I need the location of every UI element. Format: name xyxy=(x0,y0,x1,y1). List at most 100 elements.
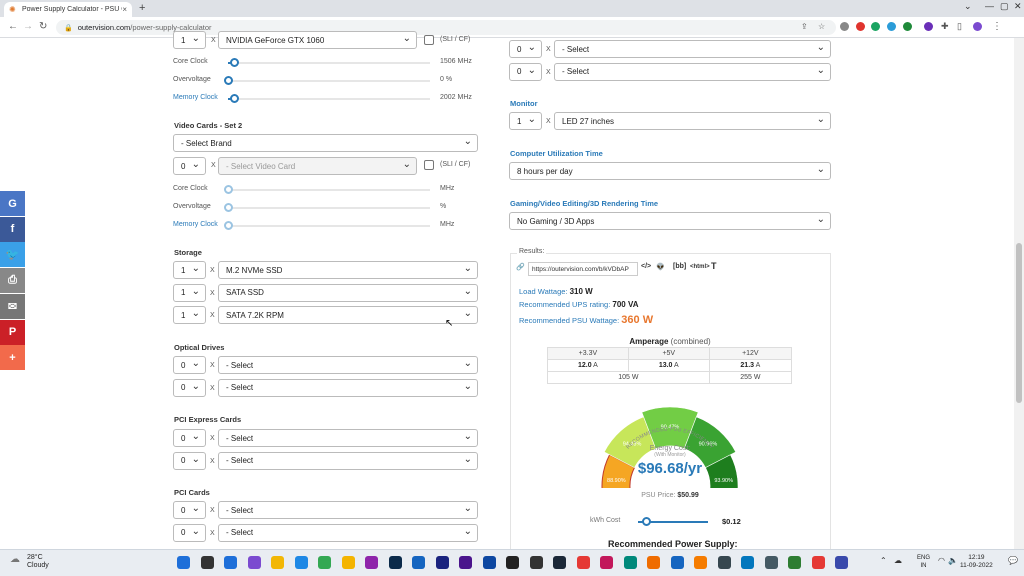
weather-widget[interactable]: ☁ 28°C Cloudy xyxy=(10,554,49,570)
extension-icon[interactable] xyxy=(871,22,880,31)
taskbar-app-icon[interactable] xyxy=(459,556,472,569)
taskbar-app-icon[interactable] xyxy=(506,556,519,569)
facebook-share-icon[interactable]: f xyxy=(0,216,25,242)
system-clock[interactable]: 12:19 11-09-2022 xyxy=(960,554,993,570)
storage-qty-select[interactable]: 1 xyxy=(173,306,206,324)
storage-qty-select[interactable]: 1 xyxy=(173,283,206,302)
taskbar-app-icon[interactable] xyxy=(647,556,660,569)
taskbar-app-icon[interactable] xyxy=(788,556,801,569)
taskbar-app-icon[interactable] xyxy=(811,556,825,569)
maximize-icon[interactable]: ▢ xyxy=(1000,1,1009,12)
pcie-item-select[interactable]: - Select xyxy=(218,451,478,470)
right-top-item-select[interactable]: - Select xyxy=(554,62,831,81)
browser-tab[interactable]: ✺ Power Supply Calculator - PSU C × xyxy=(4,2,132,17)
puzzle-icon[interactable]: ✚ xyxy=(941,21,949,32)
taskbar-app-icon[interactable] xyxy=(482,556,496,569)
taskbar-app-icon[interactable] xyxy=(435,556,449,569)
slider-thumb[interactable] xyxy=(224,203,233,212)
utilization-select[interactable]: 8 hours per day xyxy=(509,162,831,180)
close-tab-icon[interactable]: × xyxy=(122,5,127,14)
monitor-select[interactable]: LED 27 inches xyxy=(554,112,831,130)
optical-item-select[interactable]: - Select xyxy=(218,378,478,397)
pci-qty-select[interactable]: 0 xyxy=(173,501,206,519)
page-scrollbar-thumb[interactable] xyxy=(1016,243,1022,403)
volume-icon[interactable]: 🔈 xyxy=(948,556,958,565)
slider-track[interactable] xyxy=(228,62,430,64)
pcie-item-select[interactable]: - Select xyxy=(218,429,478,447)
optical-qty-select[interactable]: 0 xyxy=(173,378,206,397)
slider-thumb[interactable] xyxy=(230,58,240,67)
taskbar-app-icon[interactable] xyxy=(247,556,261,569)
pci-qty-select[interactable]: 0 xyxy=(173,523,206,542)
pcie-qty-select[interactable]: 0 xyxy=(173,451,206,470)
taskbar-app-icon[interactable] xyxy=(271,556,284,569)
storage-qty-select[interactable]: 1 xyxy=(173,261,206,279)
optical-item-select[interactable]: - Select xyxy=(218,356,478,374)
embed-code-icon[interactable]: </> xyxy=(641,263,651,270)
storage-item-select[interactable]: M.2 NVMe SSD xyxy=(218,261,478,279)
taskbar-app-icon[interactable] xyxy=(694,556,707,569)
extension-icon[interactable] xyxy=(887,22,896,31)
vc2-card-select[interactable]: - Select Video Card xyxy=(218,157,417,175)
new-tab-button[interactable]: + xyxy=(139,2,145,14)
tray-chevron-icon[interactable]: ⌃ xyxy=(880,556,887,565)
pci-item-select[interactable]: - Select xyxy=(218,501,478,519)
taskbar-app-icon[interactable] xyxy=(576,556,590,569)
taskbar-app-icon[interactable] xyxy=(670,556,684,569)
extension-icon[interactable] xyxy=(903,22,912,31)
gaming-time-select[interactable]: No Gaming / 3D Apps xyxy=(509,212,831,230)
taskbar-app-icon[interactable] xyxy=(365,556,378,569)
taskbar-app-icon[interactable] xyxy=(294,556,308,569)
pinterest-share-icon[interactable]: P xyxy=(0,319,25,345)
right-top-item-select[interactable]: - Select xyxy=(554,40,831,58)
print-share-icon[interactable]: ⎙ xyxy=(0,268,25,294)
taskbar-app-icon[interactable] xyxy=(764,556,778,569)
sidepanel-icon[interactable]: ▯ xyxy=(957,21,962,32)
chevron-down-icon[interactable]: ⌄ xyxy=(964,1,972,12)
slider-thumb[interactable] xyxy=(224,221,233,230)
results-url-field[interactable]: https://outervision.com/b/kVDbAP xyxy=(528,262,638,276)
pcie-qty-select[interactable]: 0 xyxy=(173,429,206,447)
taskbar-app-icon[interactable] xyxy=(200,556,214,569)
extension-icon[interactable] xyxy=(840,22,849,31)
bookmark-star-icon[interactable]: ☆ xyxy=(818,22,825,31)
slider-track[interactable] xyxy=(228,98,430,100)
taskbar-app-icon[interactable] xyxy=(341,556,355,569)
taskbar-app-icon[interactable] xyxy=(412,556,425,569)
twitter-share-icon[interactable]: 🐦 xyxy=(0,242,25,268)
storage-item-select[interactable]: SATA SSD xyxy=(218,283,478,302)
right-top-qty-select[interactable]: 0 xyxy=(509,62,542,81)
taskbar-app-icon[interactable] xyxy=(318,556,331,569)
pci-item-select[interactable]: - Select xyxy=(218,523,478,542)
taskbar-app-icon[interactable] xyxy=(224,556,237,569)
slider-thumb[interactable] xyxy=(224,76,233,85)
google-share-icon[interactable]: G xyxy=(0,191,25,216)
more-share-icon[interactable]: + xyxy=(0,345,25,371)
slider-thumb[interactable] xyxy=(230,94,240,103)
gpu1-qty-select[interactable]: 1 xyxy=(173,31,206,49)
storage-item-select[interactable]: SATA 7.2K RPM xyxy=(218,306,478,324)
close-window-icon[interactable]: ✕ xyxy=(1014,1,1022,12)
reddit-icon[interactable]: 👽 xyxy=(656,263,665,271)
bbcode-icon[interactable]: [bb] xyxy=(673,263,686,270)
vc2-sli-checkbox[interactable] xyxy=(424,160,434,170)
cloud-sync-icon[interactable]: ☁ xyxy=(894,556,902,565)
extension-icon[interactable] xyxy=(856,22,865,31)
taskbar-app-icon[interactable] xyxy=(388,556,402,569)
gpu1-sli-checkbox[interactable] xyxy=(424,35,434,45)
taskbar-app-icon[interactable] xyxy=(741,556,754,569)
slider-track[interactable] xyxy=(228,207,430,209)
taskbar-app-icon[interactable] xyxy=(600,556,613,569)
language-indicator[interactable]: ENG IN xyxy=(917,554,930,570)
profile-avatar[interactable] xyxy=(973,22,982,31)
back-icon[interactable]: ← xyxy=(8,21,18,32)
taskbar-app-icon[interactable] xyxy=(177,556,190,569)
taskbar-app-icon[interactable] xyxy=(553,556,566,569)
text-icon[interactable]: T xyxy=(711,261,717,271)
wifi-icon[interactable]: ◠ xyxy=(938,556,945,565)
reload-icon[interactable]: ↻ xyxy=(39,21,47,32)
slider-track[interactable] xyxy=(228,225,430,227)
extension-icon[interactable] xyxy=(924,22,933,31)
taskbar-app-icon[interactable] xyxy=(717,556,731,569)
share-page-icon[interactable]: ⇪ xyxy=(801,22,808,31)
